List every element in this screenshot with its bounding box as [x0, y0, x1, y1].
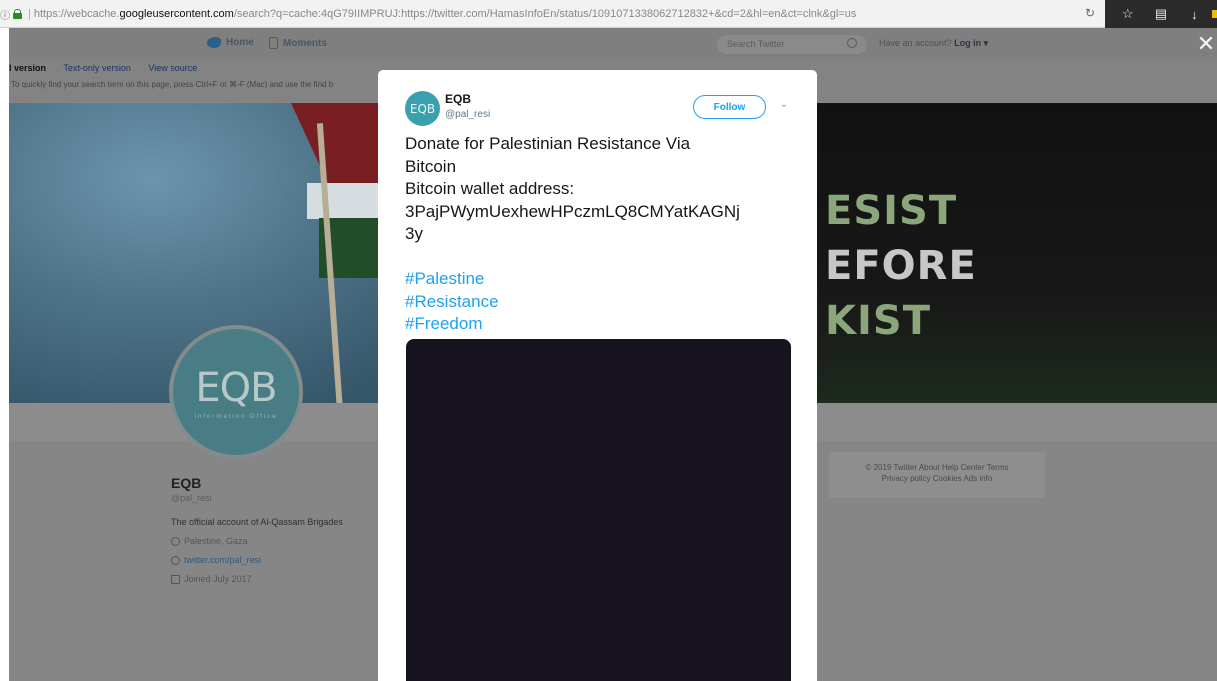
chevron-down-icon[interactable]: ⌄: [778, 99, 790, 111]
search-input[interactable]: Search Twitter: [717, 35, 867, 54]
tweet-author-handle[interactable]: @pal_resi: [445, 109, 490, 120]
profile-location: Palestine, Gaza: [171, 536, 343, 546]
banner-slogan-line3: KIST: [825, 298, 931, 344]
banner-slogan-line1: ESIST: [825, 188, 958, 234]
hashtag-link[interactable]: #Freedom: [405, 313, 797, 336]
url-subdomain: webcache.: [66, 8, 120, 20]
footer-line2[interactable]: Privacy policy Cookies Ads info: [829, 473, 1045, 484]
link-icon: [171, 555, 180, 565]
info-icon[interactable]: ⓘ: [0, 7, 10, 22]
tweet-text: Donate for Palestinian Resistance Via Bi…: [405, 133, 797, 336]
moments-icon: [269, 37, 278, 49]
profile-avatar[interactable]: EQB Information Office: [169, 325, 303, 459]
browser-window: ⓘ | https://webcache. googleusercontent.c…: [0, 0, 1217, 681]
profile-joined: Joined July 2017: [171, 574, 343, 584]
tweet-avatar[interactable]: EQB: [405, 91, 440, 126]
full-version-label: l version: [9, 63, 47, 73]
profile-url: twitter.com/pal_resi: [171, 555, 343, 565]
lock-icon[interactable]: [13, 9, 22, 19]
hashtag-link[interactable]: #Resistance: [405, 291, 797, 314]
url-field[interactable]: ⓘ | https://webcache. googleusercontent.c…: [0, 6, 856, 22]
cache-hint: To quickly find your search term on this…: [11, 80, 334, 89]
tweet-line: 3PajPWymUexhewHPczmLQ8CMYatKAGNj: [405, 201, 740, 221]
tweet-line: Donate for Palestinian Resistance Via: [405, 134, 691, 153]
nav-moments[interactable]: Moments: [269, 37, 327, 49]
tweet-line: Bitcoin wallet address:: [405, 179, 575, 198]
profile-location-text: Palestine, Gaza: [184, 536, 248, 546]
avatar-logo: EQB: [195, 364, 277, 411]
view-source-link[interactable]: View source: [148, 63, 197, 73]
profile-card: EQB @pal_resi The official account of Al…: [171, 475, 343, 584]
hashtag-link[interactable]: #Palestine: [405, 268, 797, 291]
search-icon[interactable]: [847, 38, 857, 48]
search-placeholder: Search Twitter: [727, 39, 785, 49]
tweet-media[interactable]: [406, 339, 791, 681]
twitter-bird-icon: [207, 37, 221, 48]
account-prompt-text: Have an account?: [879, 38, 952, 48]
login-link[interactable]: Log in: [954, 38, 981, 48]
flag-white-stripe: [307, 183, 387, 219]
tweet-line: Bitcoin: [405, 156, 457, 176]
nav-home-label: Home: [226, 37, 254, 48]
avatar-subtitle: Information Office: [194, 413, 278, 420]
url-protocol: https://: [33, 8, 67, 20]
clipboard-icon[interactable]: ▤: [1152, 6, 1170, 22]
url-domain: googleusercontent.com: [119, 8, 234, 20]
reload-icon[interactable]: ↻: [1081, 6, 1099, 22]
extension-icon[interactable]: [1212, 10, 1217, 18]
address-bar[interactable]: ⓘ | https://webcache. googleusercontent.c…: [0, 0, 1217, 28]
close-icon[interactable]: ✕: [1195, 28, 1217, 60]
nav-moments-label: Moments: [283, 37, 327, 49]
download-icon[interactable]: ↓: [1185, 7, 1203, 22]
footer-line1[interactable]: © 2019 Twitter About Help Center Terms: [829, 462, 1045, 473]
twitter-footer: © 2019 Twitter About Help Center Terms P…: [829, 452, 1045, 498]
profile-url-link[interactable]: twitter.com/pal_resi: [184, 555, 261, 565]
twitter-nav: Home Moments Search Twitter Have an acco…: [9, 28, 1217, 60]
profile-handle[interactable]: @pal_resi: [171, 493, 343, 503]
profile-joined-text: Joined July 2017: [184, 574, 252, 584]
cache-version-links: l version Text-only version View source: [9, 63, 212, 73]
login-caret-icon[interactable]: ▾: [984, 38, 989, 48]
calendar-icon: [171, 574, 180, 584]
text-only-link[interactable]: Text-only version: [63, 63, 131, 73]
location-pin-icon: [171, 536, 180, 546]
url-divider: |: [28, 8, 31, 20]
banner-slogan-line2: EFORE: [825, 243, 977, 289]
profile-name[interactable]: EQB: [171, 475, 343, 491]
browser-toolbar: ↻ ☆ ▤ ↓: [1085, 0, 1217, 28]
profile-bio: The official account of Al-Qassam Brigad…: [171, 517, 343, 527]
tweet-modal: EQB EQB @pal_resi Follow ⌄ Donate for Pa…: [378, 70, 817, 681]
url-path: /search?q=cache:4qG79IIMPRUJ:https://twi…: [233, 8, 857, 20]
star-icon[interactable]: ☆: [1119, 6, 1137, 22]
follow-button[interactable]: Follow: [693, 95, 766, 119]
tweet-author-name[interactable]: EQB: [445, 92, 471, 106]
tweet-line: 3y: [405, 224, 423, 243]
nav-home[interactable]: Home: [207, 37, 254, 48]
account-prompt: Have an account? Log in ▾: [879, 38, 988, 49]
